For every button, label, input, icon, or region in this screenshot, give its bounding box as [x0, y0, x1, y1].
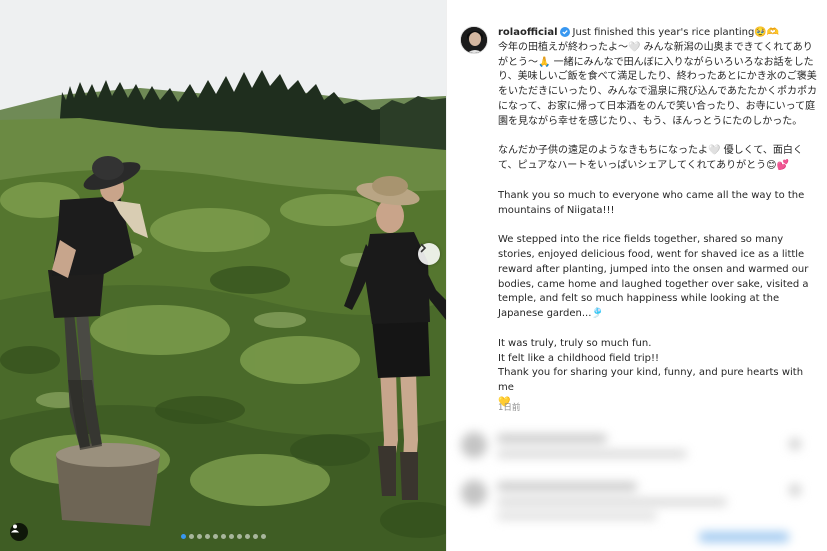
user-tag-button[interactable]	[10, 523, 28, 541]
caption-en-paragraph-1: Thank you so much to everyone who came a…	[498, 189, 805, 216]
avatar[interactable]	[460, 26, 488, 54]
carousel-dot	[228, 534, 234, 539]
carousel-next-button[interactable]	[418, 243, 440, 265]
carousel-dot	[260, 534, 266, 539]
carousel-dot	[212, 534, 218, 539]
carousel-dot	[196, 534, 202, 539]
user-tag-icon	[11, 524, 19, 533]
caption-jp-paragraph-2: なんだか子供の遠足のようなきもちになったよ🤍 優しくて、面白くて、ピュアなハート…	[498, 145, 803, 172]
blurred-comments	[447, 422, 827, 551]
chevron-right-icon	[420, 243, 427, 253]
caption-panel: rolaofficial Just finished this year's ri…	[446, 0, 827, 551]
carousel-dot	[220, 534, 226, 539]
username-link[interactable]: rolaofficial	[498, 27, 558, 38]
carousel-indicator	[0, 534, 446, 539]
post-timestamp: 1日前	[498, 403, 521, 413]
caption-en-paragraph-2: We stepped into the rice fields together…	[498, 234, 809, 320]
carousel-dot	[204, 534, 210, 539]
caption-title: Just finished this year's rice planting🥹…	[572, 27, 780, 38]
caption-en-closing-1: It was truly, truly so much fun.	[498, 337, 652, 349]
verified-badge-icon	[559, 27, 570, 37]
carousel-dot	[180, 534, 186, 539]
caption-en-closing-3: Thank you for sharing your kind, funny, …	[498, 367, 804, 394]
carousel-dot	[252, 534, 258, 539]
carousel-dot	[236, 534, 242, 539]
post-photo[interactable]	[0, 0, 446, 551]
caption-en-closing-2: It felt like a childhood field trip!!	[498, 352, 660, 364]
caption-jp-paragraph-1: 今年の田植えが終わったよ〜🤍 みんな新潟の山奥まできてくれてありがとう〜🙏 一緒…	[498, 41, 817, 127]
photo-scene	[0, 0, 446, 551]
avatar-image	[461, 27, 487, 53]
post-caption: rolaofficial Just finished this year's ri…	[498, 26, 820, 426]
carousel-dot	[188, 534, 194, 539]
carousel-dot	[244, 534, 250, 539]
